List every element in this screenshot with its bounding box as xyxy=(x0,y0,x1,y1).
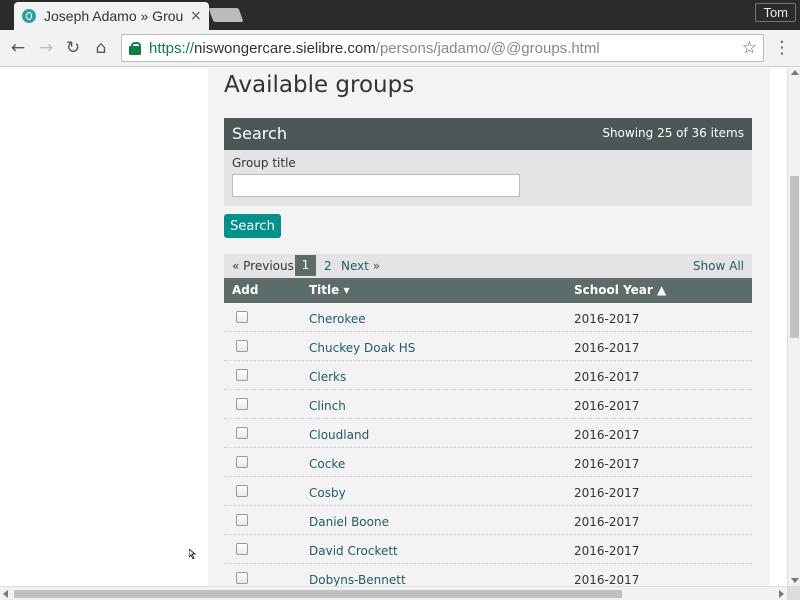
home-icon[interactable]: ⌂ xyxy=(91,38,111,58)
vertical-scroll-thumb[interactable] xyxy=(790,176,799,338)
group-title-link[interactable]: Cosby xyxy=(309,486,346,500)
column-header-add: Add xyxy=(232,283,259,297)
school-year-cell: 2016-2017 xyxy=(574,515,640,529)
next-page-link[interactable]: Next » xyxy=(341,259,380,273)
add-checkbox[interactable] xyxy=(236,398,248,410)
table-row: Daniel Boone 2016-2017 xyxy=(224,506,752,535)
current-page-indicator: 1 xyxy=(295,255,316,276)
school-year-cell: 2016-2017 xyxy=(574,312,640,326)
add-checkbox[interactable] xyxy=(236,456,248,468)
page-viewport: Available groups Search Showing 25 of 36… xyxy=(0,68,787,586)
add-checkbox[interactable] xyxy=(236,543,248,555)
school-year-cell: 2016-2017 xyxy=(574,573,640,586)
forward-icon[interactable]: → xyxy=(36,38,56,58)
add-checkbox[interactable] xyxy=(236,340,248,352)
school-year-cell: 2016-2017 xyxy=(574,428,640,442)
group-title-link[interactable]: Cherokee xyxy=(309,312,366,326)
group-title-link[interactable]: Dobyns-Bennett xyxy=(309,573,406,586)
page-title: Available groups xyxy=(224,72,415,98)
group-title-link[interactable]: Cocke xyxy=(309,457,345,471)
search-button[interactable]: Search xyxy=(224,214,281,238)
reload-icon[interactable]: ↻ xyxy=(63,38,83,58)
profile-button[interactable]: Tom xyxy=(755,3,796,22)
horizontal-scrollbar[interactable] xyxy=(0,586,787,600)
scroll-left-icon[interactable] xyxy=(3,590,8,598)
group-title-label: Group title xyxy=(232,156,296,170)
add-checkbox[interactable] xyxy=(236,369,248,381)
group-title-link[interactable]: Chuckey Doak HS xyxy=(309,341,415,355)
school-year-cell: 2016-2017 xyxy=(574,544,640,558)
page-2-link[interactable]: 2 xyxy=(324,259,332,273)
group-title-link[interactable]: Cloudland xyxy=(309,428,369,442)
school-year-cell: 2016-2017 xyxy=(574,399,640,413)
add-checkbox[interactable] xyxy=(236,572,248,584)
main-content: Available groups Search Showing 25 of 36… xyxy=(208,68,770,586)
table-row: Cocke 2016-2017 xyxy=(224,448,752,477)
table-row: Chuckey Doak HS 2016-2017 xyxy=(224,332,752,361)
add-checkbox[interactable] xyxy=(236,427,248,439)
table-row: Cloudland 2016-2017 xyxy=(224,419,752,448)
table-row: Clinch 2016-2017 xyxy=(224,390,752,419)
tab-close-icon[interactable]: × xyxy=(190,8,202,24)
pagination: « Previous 1 2 Next » Show All xyxy=(224,254,752,278)
show-all-link[interactable]: Show All xyxy=(693,259,744,273)
new-tab-button[interactable] xyxy=(208,8,244,22)
group-title-link[interactable]: Daniel Boone xyxy=(309,515,389,529)
mouse-pointer-icon xyxy=(189,549,197,559)
group-title-link[interactable]: David Crockett xyxy=(309,544,398,558)
results-count: Showing 25 of 36 items xyxy=(602,126,744,140)
school-year-cell: 2016-2017 xyxy=(574,486,640,500)
horizontal-scroll-thumb[interactable] xyxy=(14,590,622,598)
column-header-school-year[interactable]: School Year ▲ xyxy=(574,283,666,297)
group-title-input[interactable] xyxy=(232,174,520,197)
search-panel-title: Search xyxy=(232,124,287,143)
tab-strip: Joseph Adamo » Groups × Tom xyxy=(0,0,800,30)
address-bar[interactable]: https://niswongercare.sielibre.com/perso… xyxy=(121,34,764,62)
group-title-link[interactable]: Clinch xyxy=(309,399,346,413)
previous-page-link[interactable]: « Previous xyxy=(232,259,294,273)
browser-toolbar: ← → ↻ ⌂ https://niswongercare.sielibre.c… xyxy=(0,30,800,67)
table-row: Clerks 2016-2017 xyxy=(224,361,752,390)
vertical-scrollbar[interactable] xyxy=(787,68,800,586)
school-year-cell: 2016-2017 xyxy=(574,341,640,355)
url-text: https://niswongercare.sielibre.com/perso… xyxy=(149,39,600,57)
school-year-cell: 2016-2017 xyxy=(574,370,640,384)
school-year-cell: 2016-2017 xyxy=(574,457,640,471)
browser-menu-icon[interactable]: ⋮ xyxy=(772,38,792,58)
add-checkbox[interactable] xyxy=(236,311,248,323)
search-panel-body: Group title xyxy=(224,150,752,206)
scroll-down-icon[interactable] xyxy=(791,578,799,583)
column-header-title[interactable]: Title ▾ xyxy=(309,283,350,297)
add-checkbox[interactable] xyxy=(236,485,248,497)
scrollbar-corner xyxy=(787,586,800,600)
table-header: Add Title ▾ School Year ▲ xyxy=(224,278,752,303)
lock-icon xyxy=(129,41,142,55)
table-row: Cosby 2016-2017 xyxy=(224,477,752,506)
scroll-right-icon[interactable] xyxy=(779,590,784,598)
browser-tab[interactable]: Joseph Adamo » Groups × xyxy=(14,2,209,30)
table-row: David Crockett 2016-2017 xyxy=(224,535,752,564)
table-row: Dobyns-Bennett 2016-2017 xyxy=(224,564,752,586)
tab-title: Joseph Adamo » Groups xyxy=(44,8,184,24)
add-checkbox[interactable] xyxy=(236,514,248,526)
back-icon[interactable]: ← xyxy=(8,38,28,58)
search-panel-header: Search Showing 25 of 36 items xyxy=(224,118,752,150)
bookmark-star-icon[interactable]: ☆ xyxy=(742,38,757,58)
table-row: Cherokee 2016-2017 xyxy=(224,303,752,332)
group-title-link[interactable]: Clerks xyxy=(309,370,346,384)
scroll-up-icon[interactable] xyxy=(791,70,799,75)
site-favicon-icon xyxy=(22,9,36,23)
